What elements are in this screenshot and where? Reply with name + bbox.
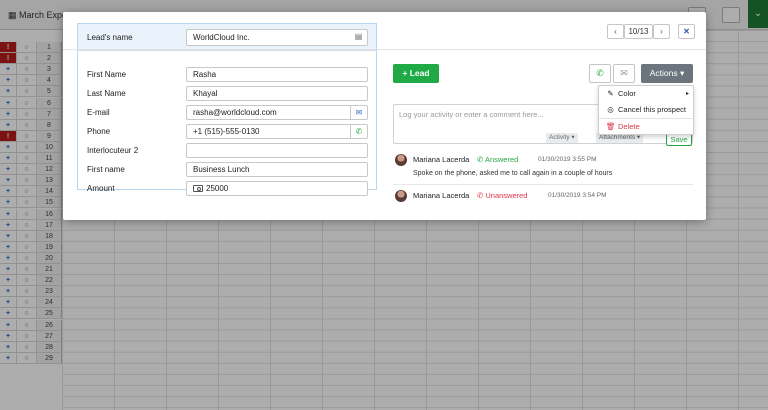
interlocuteur-row: Interlocuteur 2: [78, 141, 376, 160]
trash-icon: 🗑: [606, 122, 616, 131]
last-name-row: Last Name Khayal: [78, 84, 376, 103]
actions-dropdown-button[interactable]: Actions ▾: [641, 64, 693, 83]
activity-divider: [393, 184, 693, 185]
menu-item-delete[interactable]: 🗑 Delete: [599, 119, 693, 135]
eye-slash-icon: ◎: [607, 105, 614, 114]
envelope-icon[interactable]: ✉: [350, 106, 367, 119]
phone-row: Phone +1 (515)-555-0130 ✆: [78, 122, 376, 141]
first-name-2-row: First name Business Lunch: [78, 160, 376, 179]
amount-field[interactable]: 25000: [186, 181, 368, 196]
activity-item: Mariana Lacerda ✆ Unanswered 01/30/2019 …: [393, 190, 693, 204]
activity-author: Mariana Lacerda: [413, 155, 470, 164]
comment-placeholder: Log your activity or enter a comment her…: [399, 110, 544, 119]
money-icon: [193, 185, 203, 192]
last-name-label: Last Name: [87, 89, 126, 98]
email-field[interactable]: rasha@worldcloud.com ✉: [186, 105, 368, 120]
first-name-2-label: First name: [87, 165, 125, 174]
menu-item-color[interactable]: ✎ Color ▸: [599, 86, 693, 102]
add-lead-button[interactable]: + Lead: [393, 64, 439, 83]
phone-field[interactable]: +1 (515)-555-0130 ✆: [186, 124, 368, 139]
contact-card-icon[interactable]: ▤: [350, 30, 367, 45]
submenu-arrow-icon: ▸: [685, 91, 689, 97]
whatsapp-icon[interactable]: ✆: [350, 125, 367, 138]
leads-name-field[interactable]: WorldCloud Inc. ▤: [186, 29, 368, 46]
leads-name-label: Lead's name: [87, 33, 133, 42]
actions-menu: ✎ Color ▸ ◎ Cancel this prospect 🗑 Delete: [598, 85, 694, 135]
activity-status: ✆ Unanswered: [477, 191, 528, 200]
first-name-field[interactable]: Rasha: [186, 67, 368, 82]
last-name-field[interactable]: Khayal: [186, 86, 368, 101]
brush-icon: ✎: [607, 89, 614, 98]
leads-name-row: Lead's name WorldCloud Inc. ▤: [78, 24, 376, 51]
amount-label: Amount: [87, 184, 115, 193]
menu-item-cancel-prospect[interactable]: ◎ Cancel this prospect: [599, 102, 693, 118]
lead-modal: Lead's name WorldCloud Inc. ▤ First Name…: [63, 12, 706, 220]
activity-item: Mariana Lacerda ✆ Answered 01/30/2019 3:…: [393, 154, 693, 180]
activity-author: Mariana Lacerda: [413, 191, 470, 200]
phone-label: Phone: [87, 127, 111, 136]
first-name-2-field[interactable]: Business Lunch: [186, 162, 368, 177]
close-icon[interactable]: ✕: [678, 24, 695, 39]
avatar: [395, 154, 407, 166]
activity-text: Spoke on the phone, asked me to call aga…: [413, 170, 613, 177]
mail-icon[interactable]: ✉: [613, 64, 635, 83]
amount-row: Amount 25000: [78, 179, 376, 198]
lead-counter: 10/13: [624, 24, 653, 39]
next-lead-button[interactable]: ›: [653, 24, 670, 39]
interlocuteur-label: Interlocuteur 2: [87, 146, 139, 155]
prev-lead-button[interactable]: ‹: [607, 24, 624, 39]
email-label: E-mail: [87, 108, 110, 117]
first-name-row: First Name Rasha: [78, 65, 376, 84]
activity-date: 01/30/2019 3:54 PM: [548, 192, 607, 199]
first-name-label: First Name: [87, 70, 127, 79]
phone-icon: ✆: [477, 155, 485, 164]
activity-date: 01/30/2019 3:55 PM: [538, 156, 597, 163]
whatsapp-icon[interactable]: ✆: [589, 64, 611, 83]
activity-status: ✆ Answered: [477, 155, 519, 164]
email-row: E-mail rasha@worldcloud.com ✉: [78, 103, 376, 122]
activity-dropdown[interactable]: Activity ▾: [546, 133, 578, 143]
interlocuteur-field[interactable]: [186, 143, 368, 158]
header-divider: [63, 49, 706, 50]
avatar: [395, 190, 407, 202]
